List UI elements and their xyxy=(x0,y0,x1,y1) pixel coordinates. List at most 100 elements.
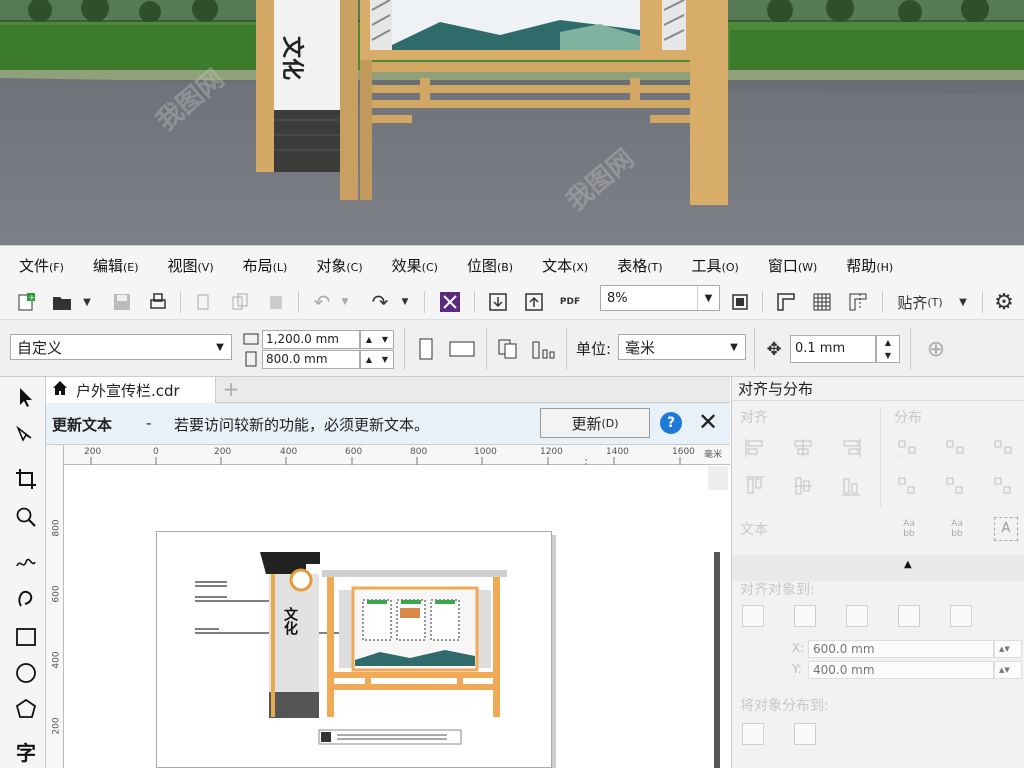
document-page[interactable]: 文化 xyxy=(156,531,552,768)
publish-pdf-icon[interactable]: PDF xyxy=(556,288,584,316)
distribute-right-icon[interactable] xyxy=(992,437,1014,459)
distribute-bottom-icon[interactable] xyxy=(992,475,1014,497)
zoom-tool-icon[interactable] xyxy=(12,503,40,531)
print-icon[interactable] xyxy=(144,288,172,316)
grid-icon[interactable] xyxy=(808,288,836,316)
pick-tool-icon[interactable] xyxy=(12,383,40,411)
signboard-artwork: 文化 xyxy=(195,552,507,745)
panel-title: 对齐与分布 xyxy=(732,377,1024,401)
distribute-left-icon[interactable] xyxy=(896,437,918,459)
menu-edit[interactable]: 编辑(E) xyxy=(74,255,149,276)
polygon-tool-icon[interactable] xyxy=(12,695,40,723)
paste-icon[interactable] xyxy=(262,288,290,316)
chevron-down-icon: ▼ xyxy=(697,286,719,310)
vertical-scrollbar[interactable] xyxy=(714,552,720,768)
text-section-label: 文本 xyxy=(740,522,768,538)
page-width-stepper[interactable]: ▲ ▼ xyxy=(360,330,394,349)
all-pages-icon[interactable] xyxy=(494,335,522,363)
cut-icon[interactable] xyxy=(190,288,218,316)
redo-icon[interactable]: ↷ xyxy=(366,288,394,316)
snap-to-button[interactable]: 贴齐 (T) xyxy=(892,288,948,316)
zoom-level-dropdown[interactable]: 8% ▼ xyxy=(600,285,720,311)
menu-text[interactable]: 文本(X) xyxy=(523,255,598,276)
update-button[interactable]: 更新 (D) xyxy=(540,408,650,438)
page-height-stepper[interactable]: ▲ ▼ xyxy=(360,350,394,369)
units-dropdown[interactable]: 毫米 ▼ xyxy=(618,334,746,360)
align-top-icon[interactable] xyxy=(744,475,766,497)
add-preset-icon[interactable]: ⊕ xyxy=(922,335,950,363)
import-down-icon[interactable] xyxy=(484,288,512,316)
collapse-arrow-icon[interactable]: ▲ xyxy=(904,559,912,570)
snap-dropdown-icon[interactable]: ▼ xyxy=(954,288,972,316)
document-tab[interactable]: 户外宣传栏.cdr xyxy=(46,377,216,403)
menu-help[interactable]: 帮助(H) xyxy=(827,255,903,276)
gear-icon[interactable]: ⚙ xyxy=(990,288,1018,316)
export-up-icon[interactable] xyxy=(520,288,548,316)
nudge-distance-field[interactable]: 0.1 mm xyxy=(790,335,876,363)
menu-effects[interactable]: 效果(C) xyxy=(373,255,448,276)
save-icon[interactable] xyxy=(108,288,136,316)
freehand-tool-icon[interactable] xyxy=(12,547,40,575)
align-to-selection-icon[interactable] xyxy=(794,605,816,627)
align-center-v-icon[interactable] xyxy=(792,475,814,497)
menu-bitmaps[interactable]: 位图(B) xyxy=(448,255,523,276)
align-to-page-edge-icon[interactable] xyxy=(846,605,868,627)
rectangle-tool-icon[interactable] xyxy=(12,623,40,651)
open-folder-icon[interactable] xyxy=(48,288,76,316)
crop-tool-icon[interactable] xyxy=(12,465,40,493)
undo-dropdown-icon[interactable]: ▼ xyxy=(338,288,352,316)
page-width-field[interactable]: 1,200.0 mm xyxy=(262,330,360,349)
artistic-media-icon[interactable] xyxy=(12,583,40,611)
text-bounding-box-icon[interactable]: A xyxy=(994,517,1018,541)
portrait-icon[interactable] xyxy=(412,335,440,363)
text-tool-icon[interactable]: 字 xyxy=(12,737,40,765)
drawing-canvas[interactable]: 文化 xyxy=(64,466,730,768)
rulers-icon[interactable] xyxy=(772,288,800,316)
menu-object[interactable]: 对象(C) xyxy=(297,255,372,276)
close-icon[interactable]: ✕ xyxy=(694,407,722,437)
text-align-first-baseline-icon[interactable]: Aa bb xyxy=(898,519,920,545)
align-to-point-icon[interactable] xyxy=(950,605,972,627)
distribute-to-selection-icon[interactable] xyxy=(742,723,764,745)
align-left-icon[interactable] xyxy=(744,437,766,459)
panel-collapse-bar[interactable] xyxy=(732,555,1024,581)
shape-tool-icon[interactable] xyxy=(12,421,40,449)
menu-table[interactable]: 表格(T) xyxy=(598,255,672,276)
redo-dropdown-icon[interactable]: ▼ xyxy=(398,288,412,316)
add-tab-button[interactable]: + xyxy=(218,377,244,403)
menu-layout[interactable]: 布局(L) xyxy=(224,255,298,276)
distribute-top-icon[interactable] xyxy=(896,475,918,497)
page-height-field[interactable]: 800.0 mm xyxy=(262,350,360,369)
ellipse-tool-icon[interactable] xyxy=(12,659,40,687)
import-icon[interactable] xyxy=(436,288,464,316)
copy-icon[interactable] xyxy=(226,288,254,316)
new-document-icon[interactable]: + xyxy=(12,288,40,316)
open-dropdown-icon[interactable]: ▼ xyxy=(78,288,96,316)
align-y-field[interactable]: 400.0 mm xyxy=(808,661,994,679)
menu-window[interactable]: 窗口(W) xyxy=(749,255,827,276)
guidelines-icon[interactable] xyxy=(844,288,872,316)
help-icon[interactable]: ? xyxy=(660,412,682,434)
align-y-stepper[interactable]: ▲▼ xyxy=(994,661,1022,679)
menu-view[interactable]: 视图(V) xyxy=(149,255,224,276)
nudge-stepper[interactable]: ▲ ▼ xyxy=(876,335,900,363)
undo-icon[interactable]: ↶ xyxy=(308,288,336,316)
align-to-grid-icon[interactable] xyxy=(898,605,920,627)
align-right-icon[interactable] xyxy=(840,437,862,459)
menu-tools[interactable]: 工具(O) xyxy=(673,255,749,276)
menu-file[interactable]: 文件(F) xyxy=(0,255,74,276)
align-x-field[interactable]: 600.0 mm xyxy=(808,640,994,658)
scrollbar-top[interactable] xyxy=(708,466,728,490)
distribute-center-h-icon[interactable] xyxy=(944,437,966,459)
current-page-icon[interactable] xyxy=(528,335,560,363)
align-to-active-object-icon[interactable] xyxy=(742,605,764,627)
page-size-dropdown[interactable]: 自定义 ▼ xyxy=(10,334,232,360)
distribute-to-page-icon[interactable] xyxy=(794,723,816,745)
align-x-stepper[interactable]: ▲▼ xyxy=(994,640,1022,658)
text-align-last-baseline-icon[interactable]: Aa bb xyxy=(946,519,968,545)
landscape-icon[interactable] xyxy=(446,335,478,363)
full-screen-icon[interactable] xyxy=(726,288,754,316)
distribute-center-v-icon[interactable] xyxy=(944,475,966,497)
align-center-h-icon[interactable] xyxy=(792,437,814,459)
align-bottom-icon[interactable] xyxy=(840,475,862,497)
